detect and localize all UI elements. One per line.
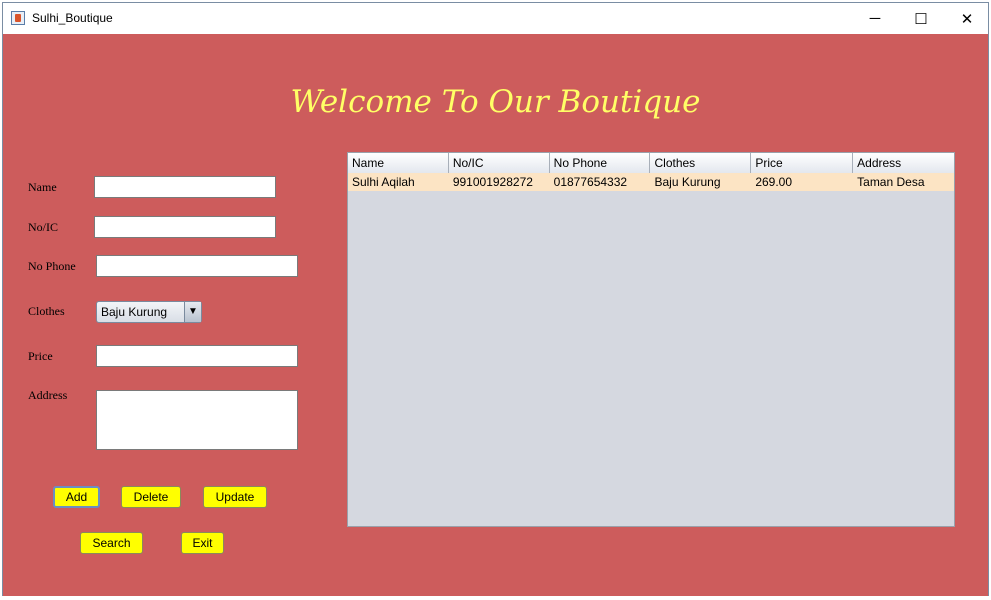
delete-button[interactable]: Delete (121, 486, 181, 508)
column-header-address[interactable]: Address (853, 153, 954, 173)
java-app-icon (11, 11, 25, 25)
phone-label: No Phone (28, 259, 76, 273)
phone-field[interactable] (96, 255, 298, 277)
column-header-ic[interactable]: No/IC (449, 153, 550, 173)
name-field[interactable] (94, 176, 276, 198)
add-button[interactable]: Add (53, 486, 100, 508)
app-window: Sulhi_Boutique ─ ☐ ✕ Welcome To Our Bout… (2, 2, 989, 596)
minimize-icon: ─ (869, 10, 881, 27)
column-header-price[interactable]: Price (751, 153, 854, 173)
window-title: Sulhi_Boutique (32, 11, 113, 25)
column-header-name[interactable]: Name (348, 153, 449, 173)
ic-label: No/IC (28, 220, 58, 234)
column-header-phone[interactable]: No Phone (550, 153, 651, 173)
name-label: Name (28, 180, 57, 194)
cell-name[interactable]: Sulhi Aqilah (348, 173, 449, 191)
update-button[interactable]: Update (203, 486, 267, 508)
clothes-dropdown[interactable]: Baju Kurung ▼ (96, 301, 202, 323)
main-panel: Welcome To Our Boutique Name No/IC No Ph… (3, 34, 988, 596)
customer-table[interactable]: Name No/IC No Phone Clothes Price Addres… (347, 152, 955, 527)
page-title: Welcome To Our Boutique (290, 84, 701, 120)
maximize-button[interactable]: ☐ (898, 3, 944, 34)
dropdown-arrow-icon[interactable]: ▼ (184, 302, 201, 322)
ic-field[interactable] (94, 216, 276, 238)
close-button[interactable]: ✕ (944, 3, 990, 34)
search-button[interactable]: Search (80, 532, 143, 554)
price-field[interactable] (96, 345, 298, 367)
cell-phone[interactable]: 01877654332 (550, 173, 651, 191)
address-label: Address (28, 388, 68, 402)
minimize-button[interactable]: ─ (852, 3, 898, 34)
column-header-clothes[interactable]: Clothes (650, 153, 752, 173)
cell-clothes[interactable]: Baju Kurung (650, 173, 751, 191)
cell-price[interactable]: 269.00 (751, 173, 853, 191)
address-field[interactable] (96, 390, 298, 450)
cell-address[interactable]: Taman Desa (853, 173, 954, 191)
maximize-icon: ☐ (914, 10, 928, 28)
price-label: Price (28, 349, 53, 363)
title-bar[interactable]: Sulhi_Boutique ─ ☐ ✕ (3, 3, 988, 34)
clothes-label: Clothes (28, 304, 65, 318)
table-row[interactable]: Sulhi Aqilah 991001928272 01877654332 Ba… (348, 173, 954, 191)
close-icon: ✕ (960, 10, 974, 28)
cell-ic[interactable]: 991001928272 (449, 173, 550, 191)
table-header: Name No/IC No Phone Clothes Price Addres… (348, 153, 954, 174)
clothes-selected: Baju Kurung (101, 305, 168, 319)
exit-button[interactable]: Exit (181, 532, 224, 554)
